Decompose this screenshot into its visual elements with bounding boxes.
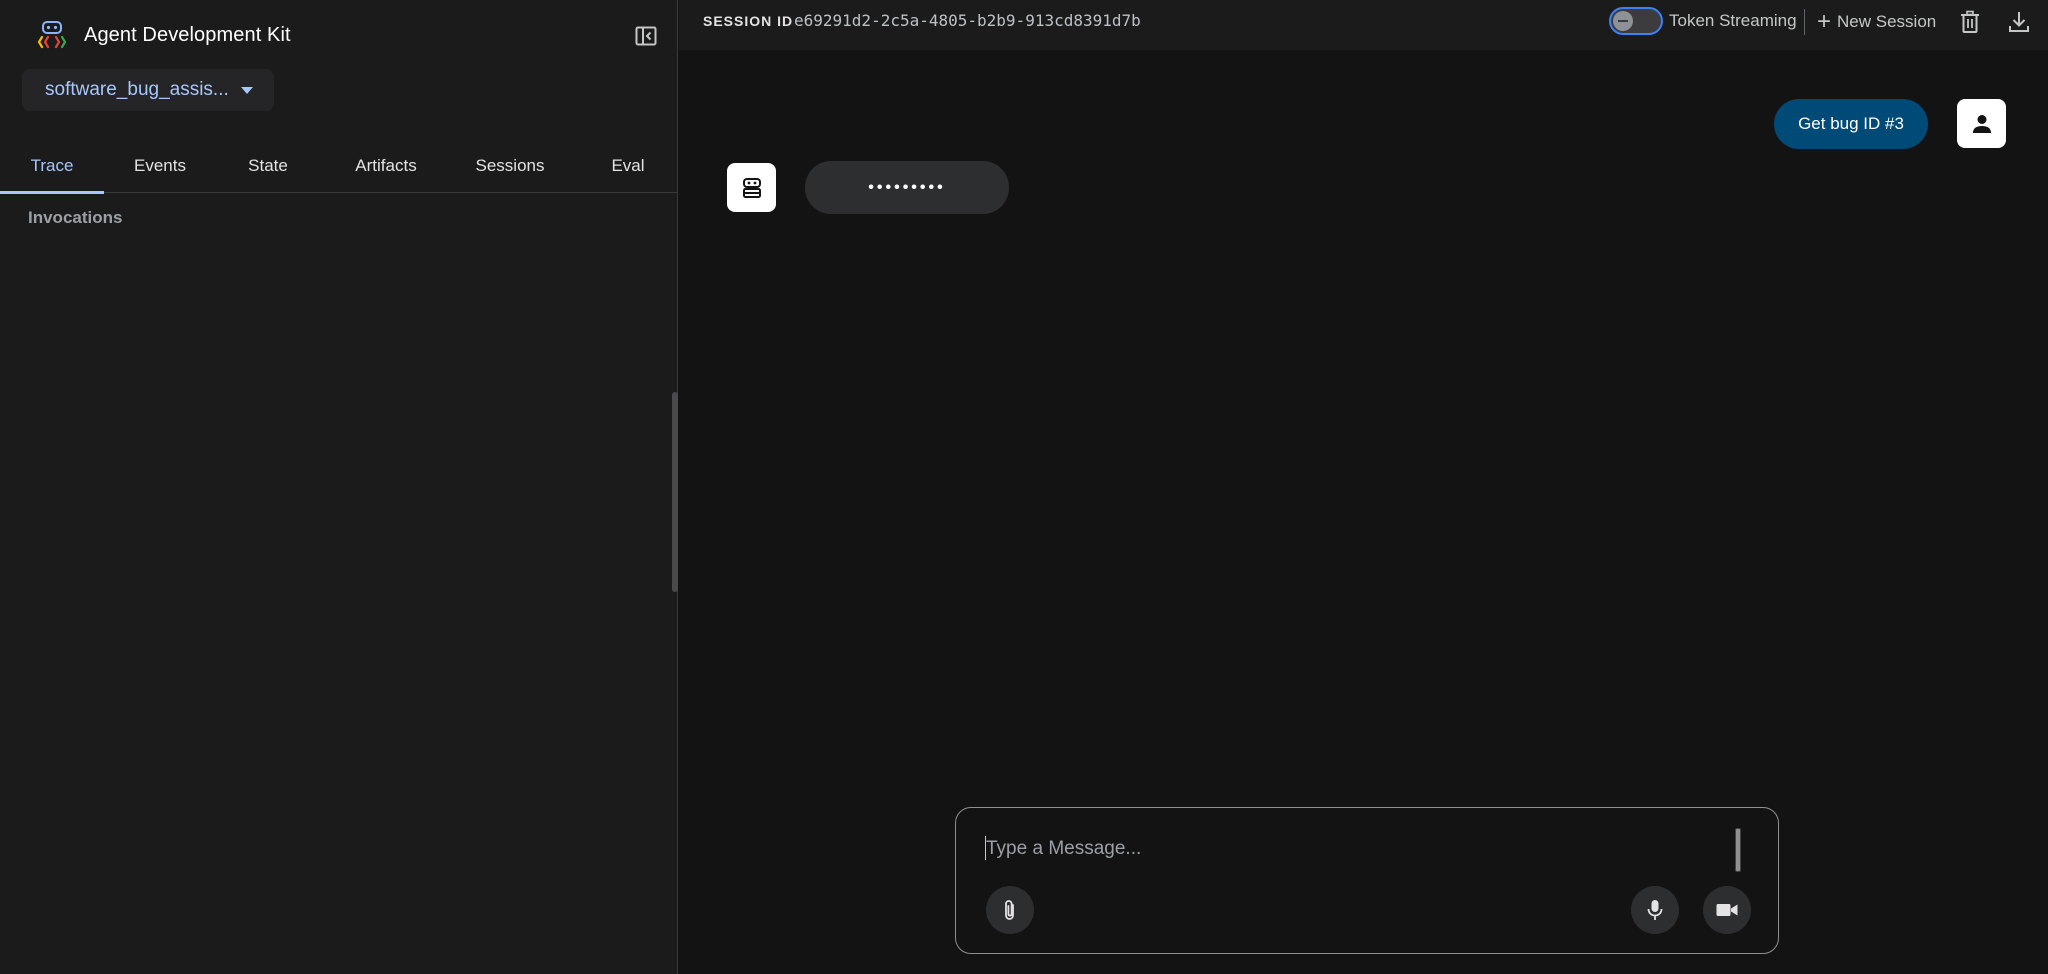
sidebar-scrollbar[interactable] [672,392,678,592]
agent-selector[interactable]: software_bug_assis... [22,69,274,111]
tab-trace[interactable]: Trace [0,138,104,194]
download-icon [2009,12,2029,32]
user-avatar [1957,99,2006,148]
session-header: SESSION ID e69291d2-2c5a-4805-b2b9-913cd… [679,0,2048,50]
brand: Agent Development Kit [36,19,291,51]
user-message-bubble: Get bug ID #3 [1774,99,1928,149]
chevron-down-icon [240,86,253,94]
new-session-label: New Session [1837,12,1937,31]
bot-avatar [727,163,776,212]
tab-events[interactable]: Events [114,138,206,193]
attach-button[interactable] [986,886,1034,934]
divider [1804,9,1805,35]
video-button[interactable] [1703,886,1751,934]
token-streaming-label: Token Streaming [1669,11,1797,30]
sidebar-tabs: Trace Events State Artifacts Sessions Ev… [0,138,678,194]
person-icon [1972,114,1991,133]
token-streaming-toggle[interactable] [1609,7,1663,35]
delete-session-button[interactable] [1956,8,1984,36]
session-id-label: SESSION ID [703,13,794,29]
session-id-value: e69291d2-2c5a-4805-b2b9-913cd8391d7b [794,11,1141,30]
composer-scrollbar[interactable] [1735,828,1741,872]
new-session-button[interactable]: + New Session [1817,8,1936,36]
tab-eval[interactable]: Eval [588,138,668,193]
sidebar-collapse-icon [635,26,657,46]
sidebar-collapse-button[interactable] [630,22,662,50]
message-input[interactable] [986,834,1686,864]
invocations-label: Invocations [28,208,123,227]
adk-logo-icon [37,21,67,49]
download-session-button[interactable] [2005,8,2033,36]
tab-state[interactable]: State [228,138,308,193]
tab-sessions[interactable]: Sessions [460,138,560,193]
microphone-button[interactable] [1631,886,1679,934]
sidebar: Agent Development Kit software_bug_assis… [0,0,678,974]
agent-selector-value: software_bug_assis... [45,79,229,100]
text-cursor [985,836,986,860]
video-camera-icon [1716,904,1738,916]
app-title: Agent Development Kit [84,23,291,46]
microphone-icon [1647,900,1663,920]
message-composer [955,807,1779,954]
robot-icon [742,177,761,198]
plus-icon: + [1817,8,1832,35]
trash-icon [1961,10,1979,33]
bot-typing-indicator: ••••••••• [805,161,1009,214]
toggle-knob [1613,11,1633,31]
paperclip-icon [1005,900,1014,920]
tab-artifacts[interactable]: Artifacts [336,138,436,193]
